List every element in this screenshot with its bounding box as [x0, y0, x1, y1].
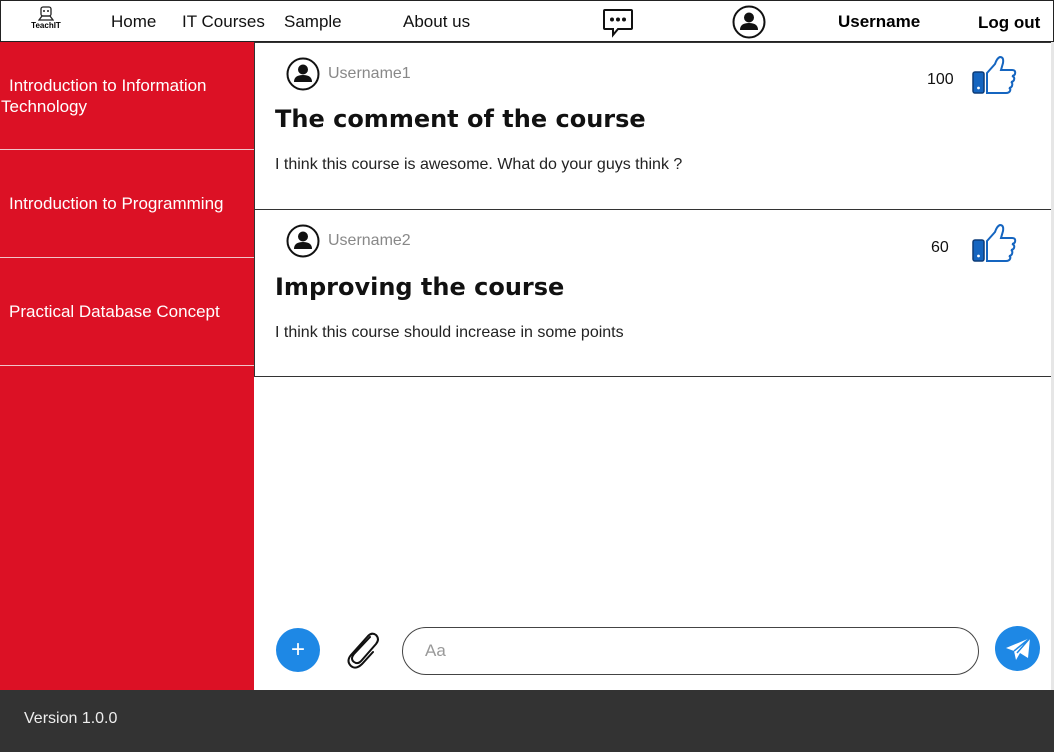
teachit-logo[interactable]: TeachIT	[29, 6, 63, 38]
thumbs-up-icon[interactable]	[971, 223, 1017, 268]
paperclip-icon[interactable]	[342, 628, 384, 675]
footer: Version 1.0.0	[0, 690, 1054, 752]
comment-post: Username1 The comment of the course I th…	[254, 42, 1052, 210]
current-username[interactable]: Username	[838, 12, 920, 32]
sidebar-item-intro-it[interactable]: Introduction to Information Technology	[0, 42, 254, 150]
message-input[interactable]	[402, 627, 979, 675]
top-navbar: TeachIT Home IT Courses Sample About us …	[0, 0, 1054, 42]
paper-plane-icon	[1006, 637, 1031, 660]
post-avatar-icon[interactable]	[286, 57, 320, 96]
post-avatar-icon[interactable]	[286, 224, 320, 263]
nav-home[interactable]: Home	[111, 12, 156, 32]
post-title: The comment of the course	[275, 105, 646, 133]
post-body: I think this course is awesome. What do …	[275, 156, 683, 173]
version-label: Version 1.0.0	[24, 710, 118, 727]
add-button[interactable]: +	[276, 628, 320, 672]
sidebar-item-database[interactable]: Practical Database Concept	[0, 258, 254, 366]
logout-button[interactable]: Log out	[978, 13, 1040, 33]
post-username[interactable]: Username1	[328, 65, 411, 83]
logo-icon	[38, 6, 54, 21]
sidebar-item-label: Introduction to Programming	[9, 194, 224, 213]
nav-about-us[interactable]: About us	[403, 12, 470, 32]
send-button[interactable]	[995, 626, 1040, 671]
comment-post: Username2 Improving the course I think t…	[254, 209, 1052, 377]
nav-it-courses[interactable]: IT Courses	[182, 12, 265, 32]
sidebar-item-label: Practical Database Concept	[9, 302, 220, 321]
like-count: 60	[931, 239, 949, 256]
sidebar-item-intro-programming[interactable]: Introduction to Programming	[0, 150, 254, 258]
like-count: 100	[927, 71, 954, 88]
logo-text: TeachIT	[31, 21, 61, 30]
sidebar-item-label: Technology	[1, 97, 88, 116]
chat-icon[interactable]	[602, 8, 634, 43]
post-title: Improving the course	[275, 273, 565, 301]
user-avatar-icon[interactable]	[732, 5, 766, 44]
nav-sample[interactable]: Sample	[284, 12, 342, 32]
sidebar-item-label: Introduction to Information	[9, 76, 207, 95]
thumbs-up-icon[interactable]	[971, 55, 1017, 100]
post-body: I think this course should increase in s…	[275, 324, 624, 341]
course-sidebar: Introduction to Information Technology I…	[0, 42, 254, 690]
post-username[interactable]: Username2	[328, 232, 411, 250]
